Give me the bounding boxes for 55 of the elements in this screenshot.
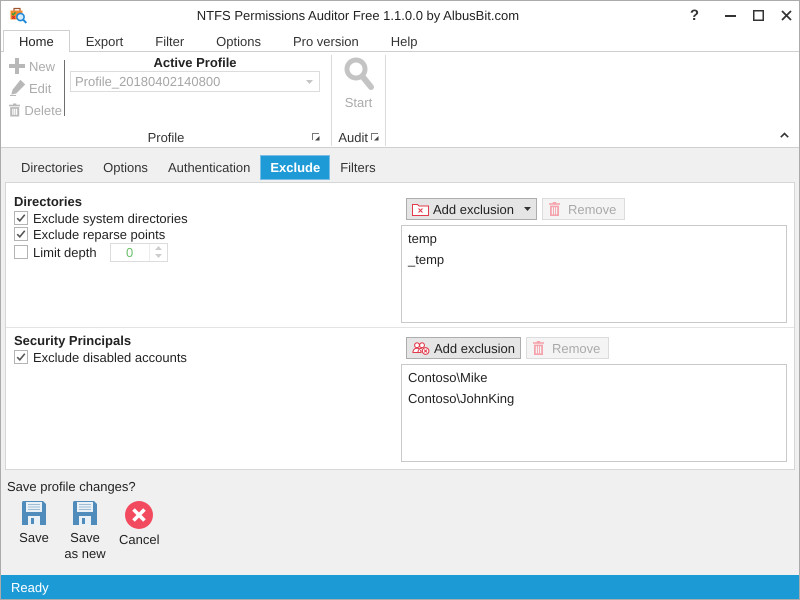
exclusion-list[interactable]: Contoso\Mike Contoso\JohnKing: [401, 364, 787, 462]
ribbon-tab[interactable]: Filter: [139, 30, 200, 51]
folder-x-icon: [412, 202, 429, 216]
maximize-icon[interactable]: [753, 10, 764, 21]
list-item[interactable]: Contoso\Mike: [408, 367, 780, 388]
save-button[interactable]: Save: [13, 501, 55, 562]
group-label: Audit: [338, 130, 368, 144]
status-text: Ready: [11, 580, 49, 594]
page-tab[interactable]: Options: [93, 155, 158, 180]
close-icon[interactable]: [781, 10, 792, 21]
app-icon: [10, 7, 27, 24]
minimize-icon[interactable]: [725, 14, 736, 16]
save-as-new-button[interactable]: Save as new: [59, 501, 111, 562]
plus-icon: [9, 58, 25, 74]
checkbox[interactable]: [14, 245, 28, 259]
pencil-icon: [9, 80, 25, 96]
list-item[interactable]: Contoso\JohnKing: [408, 388, 780, 409]
checkbox-label[interactable]: Exclude reparse points: [33, 226, 166, 242]
checkbox-label[interactable]: Exclude system directories: [33, 210, 188, 226]
page-tab[interactable]: Authentication: [158, 155, 260, 180]
dialog-launcher-icon[interactable]: [371, 133, 379, 141]
add-exclusion-button[interactable]: Add exclusion: [406, 198, 537, 220]
caret-icon: [306, 80, 313, 84]
checkbox[interactable]: [14, 350, 28, 364]
trash-icon: [532, 341, 544, 355]
ribbon-tab[interactable]: Home: [3, 30, 70, 52]
ribbon-tab[interactable]: Options: [200, 30, 277, 51]
people-x-icon: [412, 342, 430, 354]
exclusion-list[interactable]: temp _temp: [401, 225, 787, 323]
page-tab[interactable]: Filters: [330, 155, 386, 180]
add-exclusion-button[interactable]: Add exclusion: [406, 337, 521, 359]
search-icon: [344, 57, 374, 91]
ribbon-tab[interactable]: Export: [70, 30, 140, 51]
group-label: Profile: [148, 130, 184, 144]
ribbon-tab[interactable]: Pro version: [276, 30, 375, 51]
save-prompt-text: Save profile changes?: [7, 479, 136, 495]
cancel-icon: [125, 501, 154, 529]
list-item[interactable]: _temp: [408, 249, 780, 270]
help-button[interactable]: ?: [688, 7, 700, 24]
active-profile-label: Active Profile: [152, 55, 238, 71]
list-item[interactable]: temp: [408, 228, 780, 249]
checkbox-label[interactable]: Exclude disabled accounts: [33, 350, 187, 364]
collapse-chevron-icon[interactable]: [780, 132, 789, 138]
trash-icon: [9, 102, 20, 118]
trash-icon: [548, 202, 560, 216]
checkbox-label[interactable]: Limit depth: [33, 244, 97, 260]
ribbon-tab[interactable]: Help: [374, 30, 434, 51]
cancel-button[interactable]: Cancel: [115, 501, 164, 562]
checkbox[interactable]: [14, 227, 28, 241]
checkbox[interactable]: [14, 211, 28, 225]
section-heading: Security Principals: [14, 333, 132, 349]
window-title: NTFS Permissions Auditor Free 1.1.0.0 by AlbusBit.com: [196, 8, 520, 23]
page-tab[interactable]: Directories: [11, 155, 94, 180]
section-heading: Directories: [14, 194, 82, 210]
dialog-launcher-icon[interactable]: [312, 133, 320, 141]
